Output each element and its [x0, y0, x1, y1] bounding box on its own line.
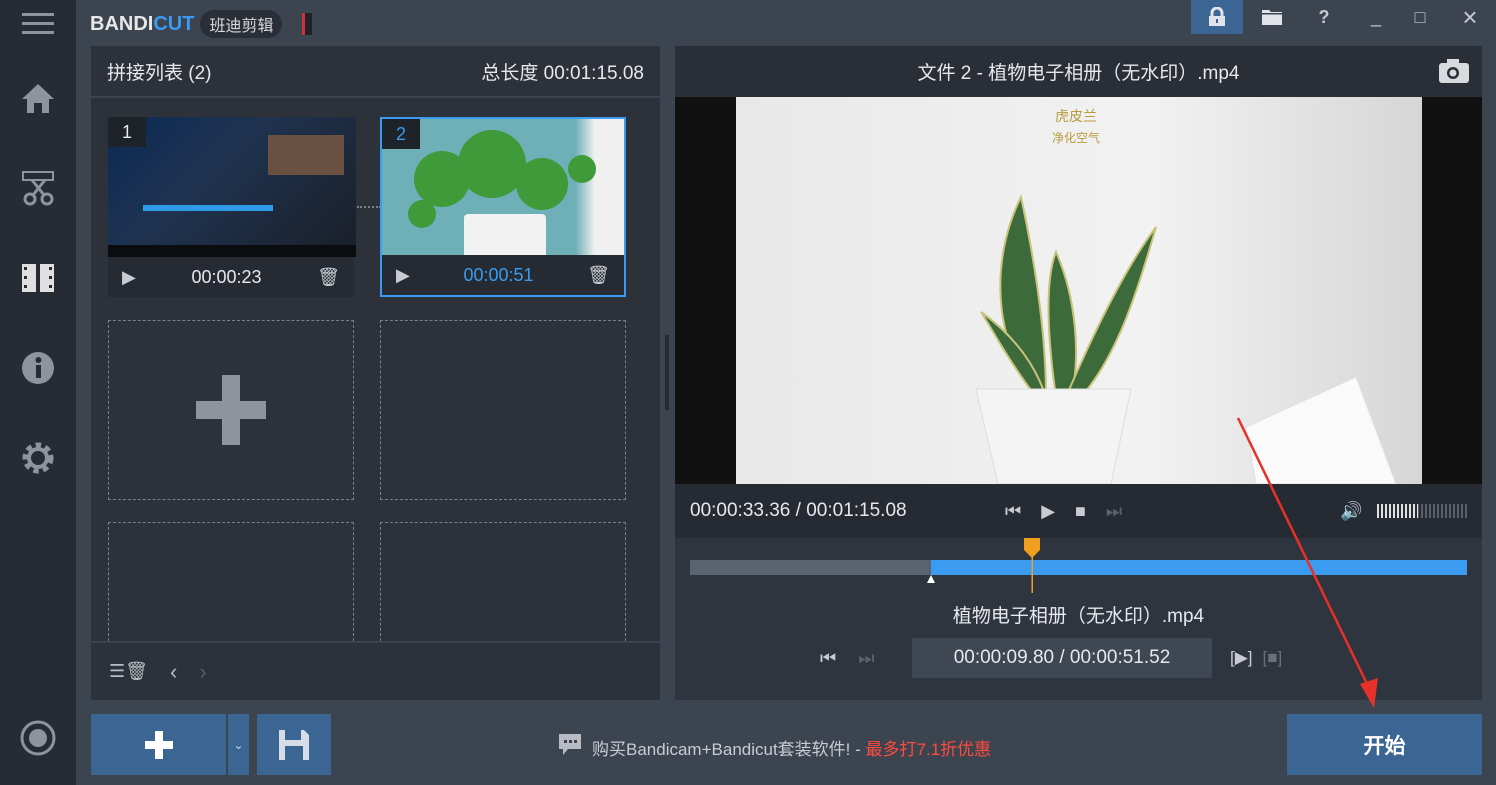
add-clip-slot[interactable]: [108, 320, 354, 500]
logo-text: BANDI: [90, 12, 154, 35]
info-icon[interactable]: [18, 348, 58, 388]
clip-start-icon[interactable]: ⏮: [820, 648, 836, 669]
clip-end-icon[interactable]: ⏭: [858, 648, 874, 669]
connector: [357, 206, 381, 208]
clip-time-field[interactable]: 00:00:09.80 / 00:00:51.52: [912, 638, 1212, 678]
clip-card-2[interactable]: 2 ▶ 00:00:51 🗑: [380, 117, 626, 297]
maximize-button[interactable]: □: [1394, 0, 1446, 34]
trash-icon[interactable]: 🗑: [587, 265, 610, 286]
video-preview[interactable]: 虎皮兰 净化空气: [675, 97, 1482, 484]
start-button[interactable]: 开始: [1287, 714, 1482, 775]
stop-icon[interactable]: ■: [1075, 501, 1086, 522]
logo-badge: 班迪剪辑: [200, 10, 283, 38]
timeline-bar[interactable]: [690, 560, 1467, 575]
clip-boundary-marker: [926, 575, 935, 583]
cut-icon[interactable]: [18, 168, 58, 208]
join-icon[interactable]: [18, 258, 58, 298]
add-file-button[interactable]: [91, 714, 226, 775]
play-icon[interactable]: ▶: [122, 267, 136, 288]
clip-card-1[interactable]: 1 ▶ 00:00:23 🗑: [108, 117, 356, 297]
plus-icon: [196, 375, 266, 445]
empty-slot: [380, 522, 626, 641]
sidebar: [0, 0, 76, 785]
promo-separator: -: [850, 740, 866, 759]
record-icon[interactable]: [18, 718, 58, 758]
volume-slider[interactable]: [1377, 504, 1467, 518]
clip-index: 2: [382, 119, 420, 149]
play-icon[interactable]: ▶: [396, 265, 410, 286]
logo-accent: CUT: [153, 12, 195, 35]
prev-frame-icon[interactable]: ⏮: [1005, 501, 1021, 522]
play-selection-icon[interactable]: [▶]: [1230, 648, 1253, 668]
save-icon: [279, 729, 309, 760]
play-icon[interactable]: ▶: [1041, 501, 1055, 522]
playback-time: 00:00:33.36 / 00:01:15.08: [690, 500, 907, 521]
clear-list-icon[interactable]: ☰🗑: [109, 661, 148, 682]
chat-icon: [558, 733, 582, 762]
close-button[interactable]: ×: [1444, 0, 1496, 34]
promo-highlight[interactable]: 最多打7.1折优惠: [866, 740, 992, 759]
next-frame-icon[interactable]: ⏭: [1106, 501, 1122, 522]
promo-bar[interactable]: 购买Bandicam+Bandicut套装软件! - 最多打7.1折优惠: [558, 733, 991, 762]
join-list-panel: 拼接列表 (2) 总长度 00:01:15.08 1 ▶ 00:00:23 🗑 2 ▶…: [91, 46, 660, 700]
plus-icon: [144, 730, 173, 759]
trash-icon[interactable]: 🗑: [317, 267, 340, 288]
next-arrow-icon[interactable]: ›: [199, 659, 206, 685]
help-button[interactable]: ?: [1298, 0, 1350, 34]
clip-duration: 00:00:23: [191, 266, 262, 287]
update-badge[interactable]: [302, 13, 313, 35]
volume-icon[interactable]: 🔊: [1340, 501, 1362, 522]
playhead[interactable]: [1023, 538, 1041, 593]
app-logo: BANDICUT 班迪剪辑: [90, 10, 313, 38]
stop-selection-icon[interactable]: [■]: [1263, 648, 1283, 668]
menu-icon[interactable]: [18, 4, 58, 44]
plant-image: [975, 194, 1397, 484]
clip-duration: 00:00:51: [463, 264, 534, 285]
preview-panel: 文件 2 - 植物电子相册（无水印）.mp4 虎皮兰净化空气 00:00:33.…: [675, 46, 1482, 700]
clip-index: 1: [108, 117, 146, 147]
watermark-subtitle: 净化空气: [1051, 131, 1100, 145]
add-dropdown-button[interactable]: ⌄: [228, 714, 249, 775]
camera-icon[interactable]: [1438, 58, 1470, 90]
empty-slot: [380, 320, 626, 500]
prev-arrow-icon[interactable]: ‹: [170, 659, 177, 685]
gear-icon[interactable]: [18, 438, 58, 478]
promo-text: 购买Bandicam+Bandicut套装软件!: [592, 740, 851, 759]
watermark-title: 虎皮兰: [1055, 108, 1097, 124]
lock-icon[interactable]: [1191, 0, 1243, 34]
clip-name: 植物电子相册（无水印）.mp4: [952, 606, 1205, 627]
empty-slot: [108, 522, 354, 641]
total-length: 总长度 00:01:15.08: [481, 62, 644, 84]
splitter-handle[interactable]: [665, 335, 669, 410]
folder-icon[interactable]: [1246, 0, 1298, 34]
save-button[interactable]: [257, 714, 331, 775]
preview-title: 文件 2 - 植物电子相册（无水印）.mp4: [917, 63, 1240, 84]
home-icon[interactable]: [18, 78, 58, 118]
join-list-title: 拼接列表 (2): [107, 62, 212, 84]
